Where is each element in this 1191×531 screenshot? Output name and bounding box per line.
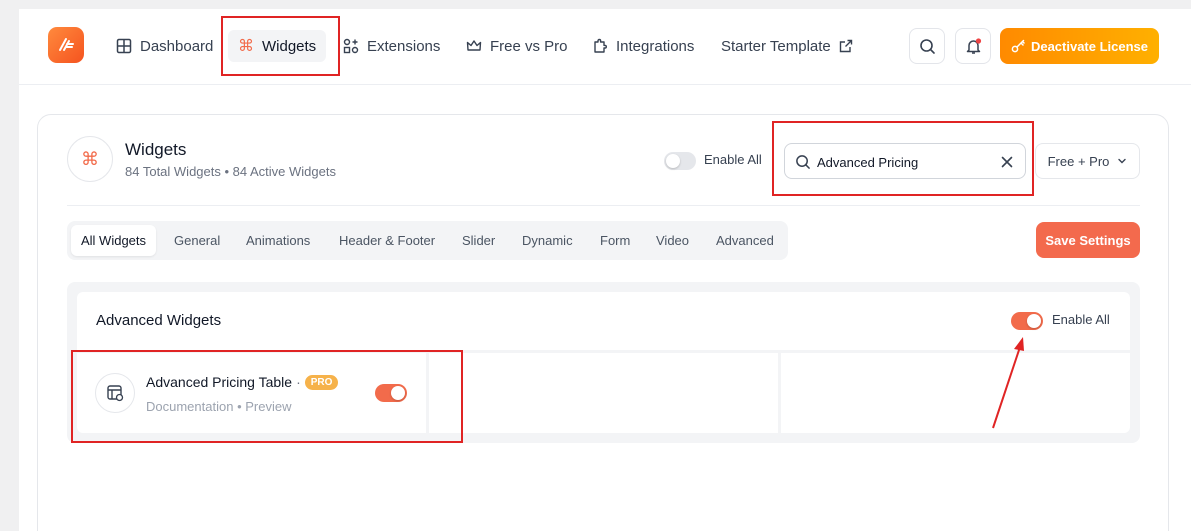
crown-icon — [466, 40, 482, 51]
tab-video[interactable]: Video — [646, 225, 699, 256]
key-icon — [1011, 39, 1025, 53]
deactivate-license-button[interactable]: Deactivate License — [1000, 28, 1159, 64]
annotation-box-search — [772, 121, 1034, 196]
nav-starter-template-label: Starter Template — [721, 37, 831, 55]
empty-widget-slot — [781, 353, 1130, 433]
category-tabs: All Widgets General Animations Header & … — [67, 221, 788, 260]
section-enable-all-label: Enable All — [1052, 312, 1110, 327]
nav-extensions-label: Extensions — [367, 37, 441, 55]
tab-dynamic[interactable]: Dynamic — [512, 225, 583, 256]
deactivate-license-label: Deactivate License — [1030, 38, 1149, 54]
page-title: Widgets — [125, 140, 187, 159]
annotation-box-widgets-nav — [221, 16, 340, 76]
enable-all-label: Enable All — [704, 152, 762, 167]
widgets-header-icon: ⌘ — [67, 136, 113, 182]
external-link-icon — [839, 39, 852, 53]
nav-dashboard-label: Dashboard — [140, 37, 214, 55]
save-settings-button[interactable]: Save Settings — [1036, 222, 1140, 258]
section-enable-all-toggle[interactable] — [1011, 312, 1043, 330]
nav-dashboard[interactable]: Dashboard — [106, 30, 223, 62]
section-header: Advanced Widgets Enable All — [77, 292, 1130, 350]
logo-icon — [59, 38, 74, 51]
widgets-summary: 84 Total Widgets • 84 Active Widgets — [125, 164, 336, 179]
puzzle-icon — [594, 38, 607, 53]
tab-header-footer[interactable]: Header & Footer — [329, 225, 445, 256]
nav-extensions[interactable]: Extensions — [333, 30, 450, 62]
annotation-box-widget-card — [71, 350, 463, 443]
tab-all-widgets[interactable]: All Widgets — [71, 225, 157, 256]
toggle-knob — [1027, 314, 1041, 328]
plan-filter-select[interactable]: Free + Pro — [1035, 143, 1140, 179]
nav-starter-template[interactable]: Starter Template — [711, 30, 863, 62]
shapes-icon — [343, 38, 359, 54]
nav-integrations-label: Integrations — [616, 37, 695, 55]
search-icon — [919, 38, 935, 54]
notifications-button[interactable] — [955, 28, 991, 64]
nav-free-vs-pro-label: Free vs Pro — [490, 37, 568, 55]
tab-animations[interactable]: Animations — [236, 225, 320, 256]
grid-icon — [116, 38, 132, 54]
empty-widget-slot — [429, 353, 778, 433]
annotation-arrow — [992, 337, 1024, 429]
chevron-down-icon — [1118, 158, 1127, 164]
nav-free-vs-pro[interactable]: Free vs Pro — [456, 30, 578, 62]
enable-all-toggle[interactable] — [664, 152, 696, 170]
command-icon: ⌘ — [81, 148, 99, 169]
brand-logo[interactable] — [48, 27, 84, 63]
nav-integrations[interactable]: Integrations — [582, 30, 704, 62]
plan-filter-value: Free + Pro — [1047, 153, 1110, 169]
bell-icon — [966, 37, 981, 54]
app-window: Dashboard ⌘ Widgets Extensions Free vs P… — [19, 9, 1191, 531]
top-navigation-bar: Dashboard ⌘ Widgets Extensions Free vs P… — [19, 9, 1191, 85]
tab-slider[interactable]: Slider — [452, 225, 505, 256]
tab-advanced[interactable]: Advanced — [706, 225, 784, 256]
search-button[interactable] — [909, 28, 945, 64]
toggle-knob — [666, 154, 680, 168]
tab-general[interactable]: General — [164, 225, 230, 256]
header-divider — [67, 205, 1140, 206]
section-title: Advanced Widgets — [96, 312, 222, 329]
tab-form[interactable]: Form — [590, 225, 640, 256]
